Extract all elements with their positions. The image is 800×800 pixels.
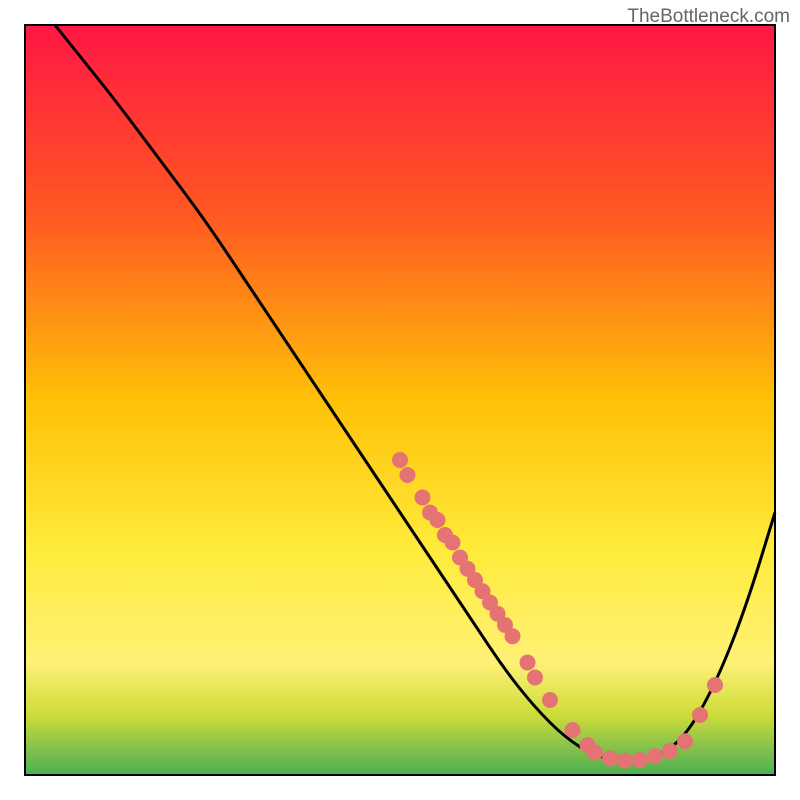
data-point bbox=[415, 490, 431, 506]
chart-container: TheBottleneck.com bbox=[0, 0, 800, 800]
data-point bbox=[400, 467, 416, 483]
data-point bbox=[527, 670, 543, 686]
attribution-text: TheBottleneck.com bbox=[627, 6, 790, 28]
data-point bbox=[520, 655, 536, 671]
data-point bbox=[445, 535, 461, 551]
plot-background bbox=[25, 25, 775, 775]
data-point bbox=[565, 722, 581, 738]
bottleneck-chart bbox=[0, 0, 800, 800]
data-point bbox=[647, 748, 663, 764]
data-point bbox=[662, 743, 678, 759]
data-point bbox=[707, 677, 723, 693]
data-point bbox=[587, 745, 603, 761]
data-point bbox=[602, 751, 618, 767]
data-point bbox=[692, 707, 708, 723]
data-point bbox=[632, 752, 648, 768]
data-point bbox=[677, 733, 693, 749]
data-point bbox=[542, 692, 558, 708]
data-point bbox=[392, 452, 408, 468]
data-point bbox=[617, 753, 633, 769]
data-point bbox=[505, 628, 521, 644]
data-point bbox=[430, 512, 446, 528]
